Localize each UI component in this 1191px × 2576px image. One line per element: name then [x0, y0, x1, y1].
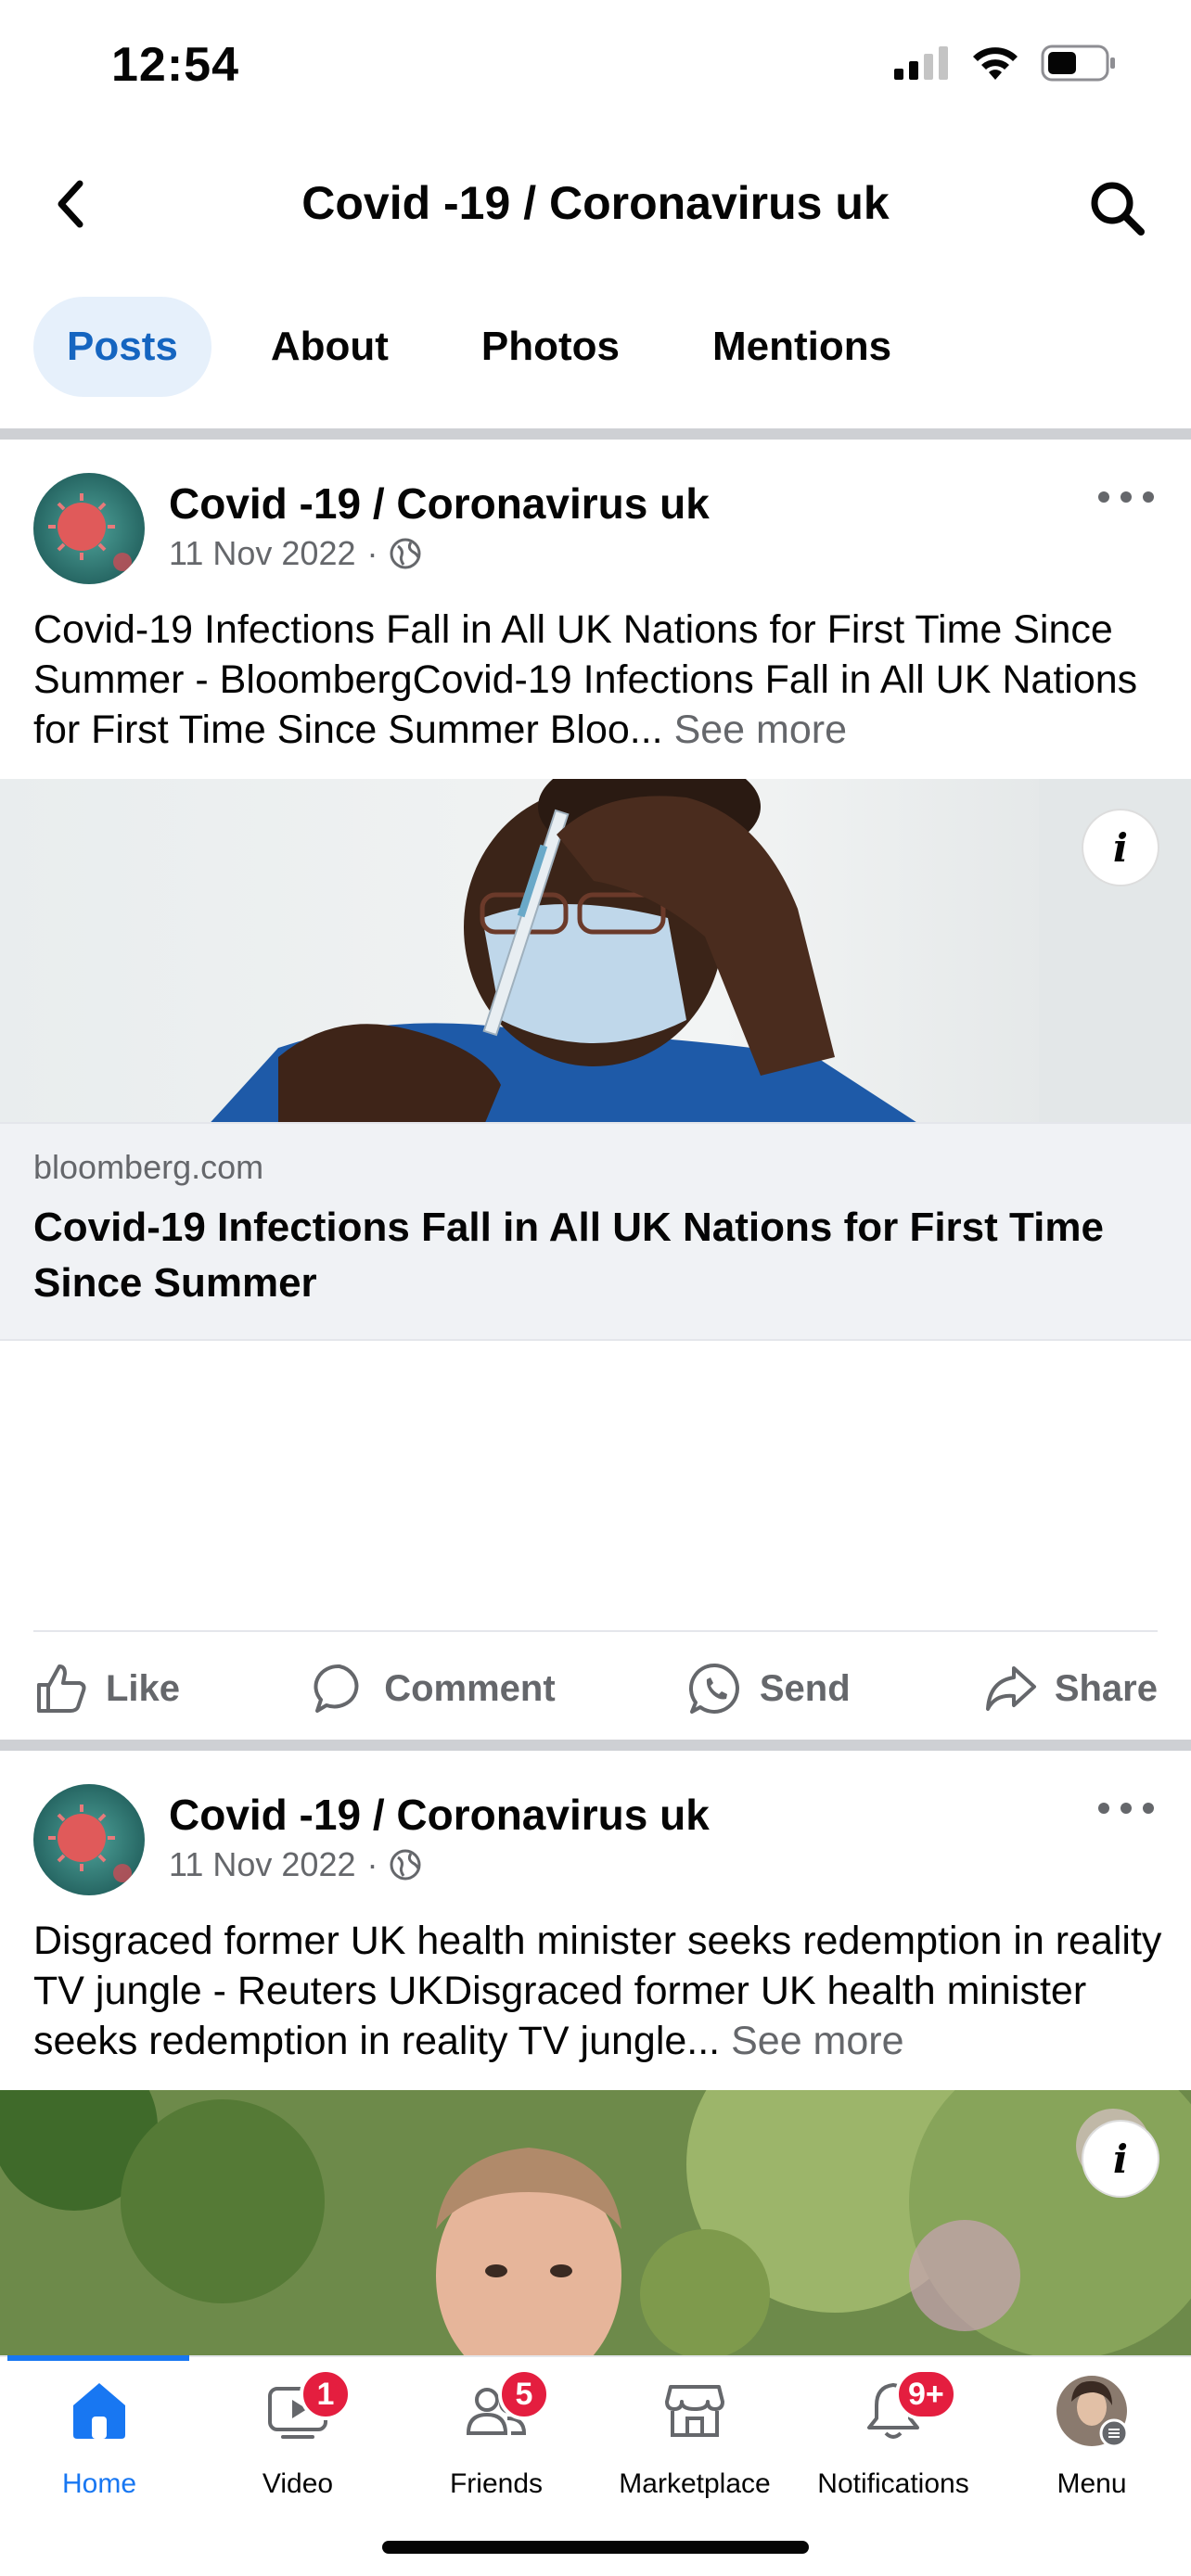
post-meta: 11 Nov 2022 ·	[169, 1845, 422, 1884]
status-time: 12:54	[111, 38, 239, 92]
dot-icon	[1143, 491, 1154, 503]
comment-icon	[314, 1664, 359, 1713]
share-button[interactable]: Share	[982, 1661, 1158, 1716]
dot-icon	[1121, 1803, 1132, 1814]
post-author[interactable]: Covid -19 / Coronavirus uk	[169, 478, 710, 529]
post-author[interactable]: Covid -19 / Coronavirus uk	[169, 1790, 710, 1840]
nav-notifications[interactable]: 9+ Notifications	[794, 2368, 992, 2500]
whatsapp-icon	[688, 1663, 739, 1714]
post-card: Covid -19 / Coronavirus uk 11 Nov 2022 ·…	[0, 1751, 1191, 2355]
search-button[interactable]	[1080, 171, 1154, 245]
wifi-icon	[973, 47, 1018, 80]
dot-icon	[1098, 1803, 1109, 1814]
nav-label: Friends	[449, 2468, 544, 2499]
thumbs-up-icon	[37, 1664, 86, 1713]
tab-mentions[interactable]: Mentions	[679, 297, 925, 397]
post-header: Covid -19 / Coronavirus uk 11 Nov 2022 ·	[0, 440, 1191, 584]
nav-friends[interactable]: 5 Friends	[397, 2368, 596, 2500]
nav-label: Menu	[1057, 2468, 1127, 2499]
globe-icon	[390, 538, 421, 569]
meta-separator: ·	[366, 534, 378, 572]
minister-photo	[0, 2090, 1191, 2355]
post-actions: Like Comment Send Share	[33, 1630, 1158, 1745]
battery-icon	[1041, 45, 1115, 82]
nav-marketplace[interactable]: Marketplace	[596, 2374, 794, 2500]
share-label: Share	[1054, 1667, 1158, 1709]
info-button[interactable]: i	[1083, 810, 1158, 885]
send-button[interactable]: Send	[687, 1661, 851, 1716]
dot-icon	[1143, 1803, 1154, 1814]
post-date: 11 Nov 2022	[169, 534, 356, 572]
tab-about[interactable]: About	[237, 297, 422, 397]
link-domain: bloomberg.com	[33, 1148, 264, 1186]
post-card: Covid -19 / Coronavirus uk 11 Nov 2022 ·…	[0, 440, 1191, 1738]
post-header: Covid -19 / Coronavirus uk 11 Nov 2022 ·	[0, 1751, 1191, 1895]
virus-avatar-image	[33, 1784, 145, 1895]
vaccine-photo	[0, 779, 1191, 1129]
post-body: Disgraced former UK health minister seek…	[33, 1919, 1162, 2063]
like-label: Like	[106, 1667, 181, 1709]
nav-video[interactable]: 1 Video	[198, 2368, 397, 2500]
see-more-link[interactable]: See more	[731, 2019, 903, 2063]
friends-badge: 5	[498, 2368, 550, 2420]
nav-home[interactable]: Home	[0, 2374, 198, 2500]
comment-button[interactable]: Comment	[312, 1661, 556, 1716]
globe-icon	[390, 1849, 421, 1881]
virus-avatar-image	[33, 473, 145, 584]
nav-label: Notifications	[817, 2468, 969, 2499]
page-title: Covid -19 / Coronavirus uk	[301, 177, 890, 229]
page-avatar[interactable]	[33, 1784, 145, 1895]
dot-icon	[1121, 491, 1132, 503]
post-image[interactable]: i	[0, 2090, 1191, 2355]
share-icon	[985, 1666, 1036, 1711]
link-title: Covid-19 Infections Fall in All UK Natio…	[33, 1205, 1104, 1306]
home-indicator[interactable]	[382, 2541, 809, 2554]
info-button[interactable]: i	[1083, 2122, 1158, 2196]
more-options-button[interactable]	[1098, 478, 1154, 516]
home-icon	[73, 2383, 125, 2439]
post-date: 11 Nov 2022	[169, 1845, 356, 1883]
dot-icon	[1098, 491, 1109, 503]
status-bar: 12:54	[0, 0, 1191, 130]
post-image[interactable]: i	[0, 779, 1191, 1129]
like-button[interactable]: Like	[33, 1661, 180, 1716]
more-options-button[interactable]	[1098, 1790, 1154, 1827]
tab-posts[interactable]: Posts	[33, 297, 211, 397]
post-text: Covid-19 Infections Fall in All UK Natio…	[33, 605, 1165, 755]
link-preview[interactable]: bloomberg.com Covid-19 Infections Fall i…	[0, 1122, 1191, 1341]
marketplace-icon	[665, 2385, 724, 2437]
nav-label: Marketplace	[619, 2468, 771, 2499]
post-meta: 11 Nov 2022 ·	[169, 534, 422, 573]
nav-menu[interactable]: Menu	[992, 2374, 1191, 2500]
search-icon	[1091, 182, 1145, 236]
send-label: Send	[759, 1667, 851, 1709]
cellular-signal-icon	[894, 46, 948, 80]
nav-label: Video	[262, 2468, 334, 2499]
post-text: Disgraced former UK health minister seek…	[33, 1916, 1165, 2066]
active-tab-indicator	[7, 2355, 189, 2361]
section-divider	[0, 1740, 1191, 1751]
video-badge: 1	[300, 2368, 352, 2420]
page-avatar[interactable]	[33, 473, 145, 584]
notifications-badge: 9+	[895, 2368, 957, 2420]
page-header: Covid -19 / Coronavirus uk	[0, 148, 1191, 260]
comment-label: Comment	[384, 1667, 556, 1709]
profile-avatar	[1057, 2376, 1129, 2448]
section-divider	[0, 428, 1191, 440]
page-tabs: Posts About Photos Mentions	[33, 297, 951, 397]
nav-label: Home	[61, 2468, 137, 2499]
tab-photos[interactable]: Photos	[448, 297, 653, 397]
meta-separator: ·	[366, 1845, 378, 1883]
status-icons	[894, 45, 1117, 82]
post-body: Covid-19 Infections Fall in All UK Natio…	[33, 607, 1138, 752]
see-more-link[interactable]: See more	[674, 708, 847, 752]
